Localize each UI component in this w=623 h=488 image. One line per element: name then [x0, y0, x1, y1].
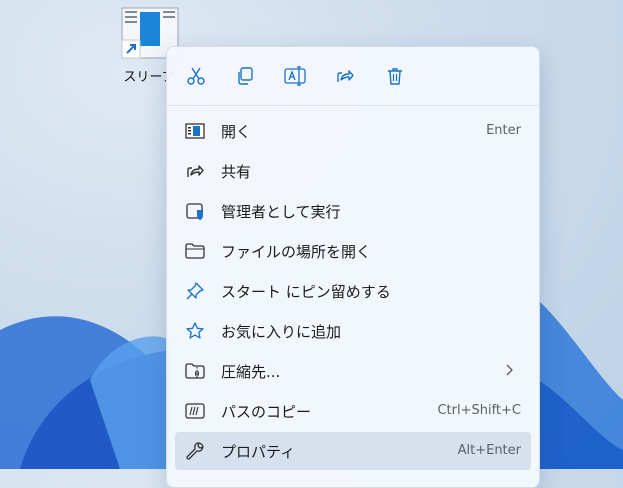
cut-button[interactable] [180, 60, 212, 92]
trash-icon [388, 68, 402, 85]
menu-item-shortcut: Enter [486, 123, 521, 138]
menu-item-label: 共有 [221, 163, 252, 181]
context-menu-toolbar [167, 47, 539, 106]
menu-item-label: お気に入りに追加 [221, 323, 342, 341]
rename-button[interactable] [279, 60, 311, 92]
menu-item-shortcut: Alt+Enter [457, 443, 521, 458]
copy-path-icon [185, 403, 205, 419]
menu-item-pin-to-start[interactable]: スタート にピン留めする [175, 272, 531, 310]
wrench-icon [186, 442, 204, 460]
share-icon [337, 70, 354, 82]
copy-button[interactable] [229, 60, 261, 92]
menu-item-properties[interactable]: プロパティ Alt+Enter [175, 432, 531, 470]
menu-item-label: 開く [221, 123, 252, 141]
menu-item-label: スタート にピン留めする [221, 283, 391, 301]
zip-folder-icon [185, 363, 205, 379]
menu-item-copy-as-path[interactable]: パスのコピー Ctrl+Shift+C [175, 392, 531, 430]
menu-item-label: 圧縮先... [221, 363, 281, 381]
copy-icon [238, 67, 253, 85]
menu-item-shortcut: Ctrl+Shift+C [437, 403, 521, 418]
delete-button[interactable] [379, 60, 411, 92]
rename-icon [284, 66, 306, 86]
admin-shield-icon [186, 203, 203, 220]
share-icon [187, 165, 204, 177]
menu-item-compress-to[interactable]: 圧縮先... [175, 352, 531, 390]
open-window-icon [185, 123, 205, 139]
menu-item-label: プロパティ [221, 443, 296, 461]
menu-item-open[interactable]: 開く Enter [175, 112, 531, 150]
scissors-icon [187, 67, 205, 85]
menu-item-add-to-favorites[interactable]: お気に入りに追加 [175, 312, 531, 350]
menu-item-label: ファイルの場所を開く [221, 243, 372, 261]
share-button[interactable] [329, 60, 361, 92]
menu-item-label: パスのコピー [221, 403, 312, 421]
pin-icon [186, 282, 204, 300]
menu-item-label: 管理者として実行 [221, 203, 341, 221]
context-menu: 開く Enter 共有 管理者として実行 ファイルの場所を開く スタート にピン… [166, 46, 540, 488]
chevron-right-icon [506, 364, 513, 376]
menu-item-share[interactable]: 共有 [175, 152, 531, 190]
menu-item-run-as-admin[interactable]: 管理者として実行 [175, 192, 531, 230]
menu-item-open-file-location[interactable]: ファイルの場所を開く [175, 232, 531, 270]
star-icon [186, 322, 204, 339]
folder-icon [185, 243, 205, 259]
